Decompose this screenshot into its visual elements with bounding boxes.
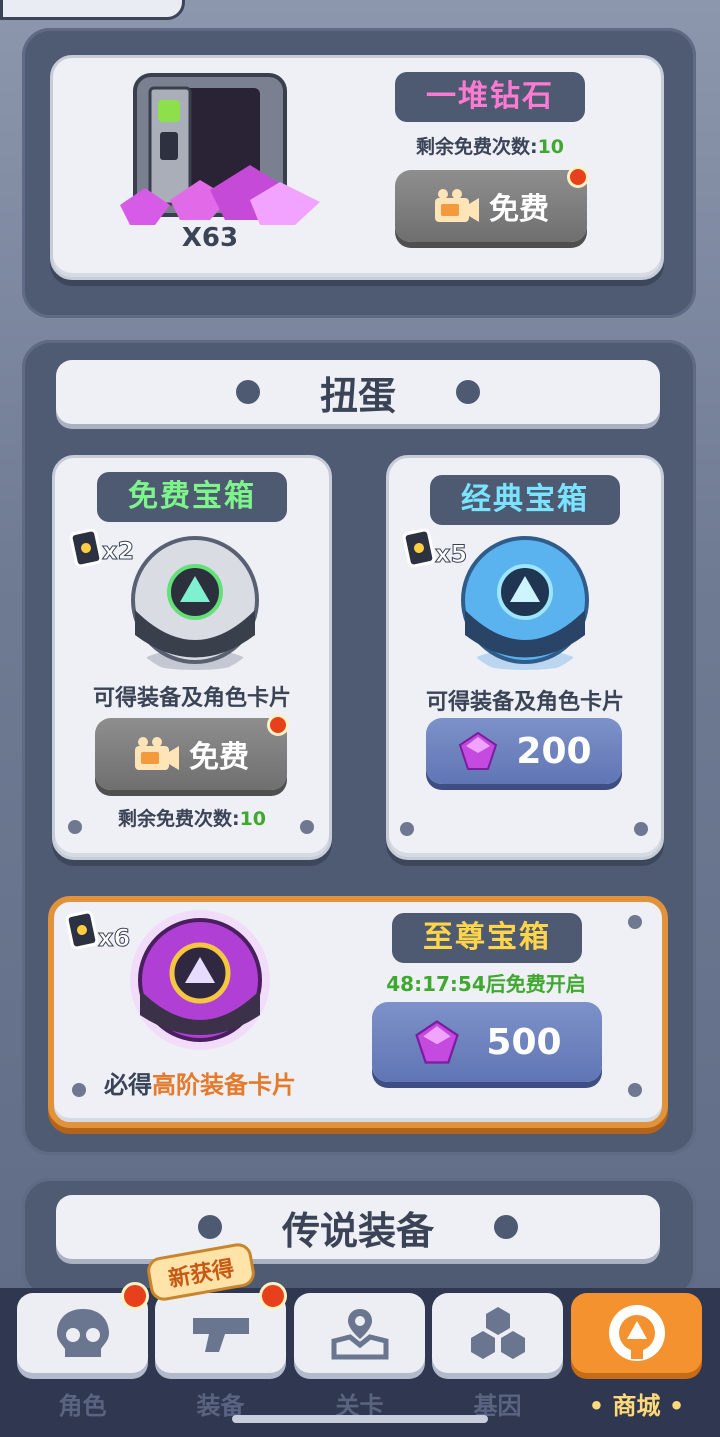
- free-chest-orb-icon: [131, 536, 259, 670]
- nav-label-shop: • 商城 •: [588, 1392, 685, 1420]
- diamond-vault-icon: [120, 73, 320, 225]
- classic-chest-buy-button[interactable]: 200: [426, 718, 622, 784]
- supreme-chest-buy-button[interactable]: 500: [372, 1002, 602, 1082]
- notification-dot: [121, 1282, 149, 1310]
- screw: [300, 820, 314, 834]
- legend-section-header: 传说装备: [56, 1195, 660, 1259]
- free-chest-multiplier: x2: [101, 537, 135, 566]
- notification-dot: [567, 166, 589, 188]
- supreme-chest-orb-icon: [130, 910, 270, 1050]
- free-chest-desc: 可得装备及角色卡片: [92, 686, 291, 711]
- supreme-chest-desc: 必得高阶装备卡片: [104, 1071, 296, 1099]
- supreme-chest-timer: 48:17:54后免费开启: [386, 972, 586, 996]
- gacha-section-header: 扭蛋: [56, 360, 660, 424]
- nav-item-gene[interactable]: [432, 1293, 563, 1373]
- free-chest-button[interactable]: 免费: [95, 718, 287, 790]
- shop-icon: [608, 1305, 665, 1361]
- notification-dot: [259, 1282, 287, 1310]
- map-icon: [331, 1309, 388, 1360]
- classic-chest-title: 经典宝箱: [430, 475, 620, 525]
- top-resource-pill: [0, 0, 185, 20]
- header-dot-right: [456, 380, 480, 404]
- classic-chest-orb-icon: [461, 536, 589, 670]
- classic-chest-desc: 可得装备及角色卡片: [425, 690, 624, 715]
- header-dot-left: [235, 380, 260, 404]
- screw: [68, 820, 82, 834]
- diamond-offer-title: 一堆钻石: [395, 72, 585, 122]
- screw: [400, 822, 414, 836]
- header-dot-right: [494, 1215, 518, 1239]
- diamond-quantity: X63: [181, 223, 239, 253]
- home-indicator: [232, 1415, 488, 1423]
- screw: [634, 822, 648, 836]
- supreme-chest-title: 至尊宝箱: [392, 913, 582, 963]
- header-dot-left: [197, 1215, 222, 1239]
- free-chest-remaining-text: 剩余免费次数:10: [117, 808, 267, 830]
- nav-label-role: 角色: [58, 1392, 107, 1420]
- diamond-free-button[interactable]: 免费: [395, 170, 587, 242]
- screw: [628, 1083, 642, 1097]
- screw: [72, 1083, 86, 1097]
- screw: [628, 915, 642, 929]
- free-chest-title: 免费宝箱: [97, 472, 287, 522]
- skull-icon: [56, 1309, 109, 1357]
- video-camera-icon: [435, 189, 479, 222]
- diamond-remaining-text: 剩余免费次数:10: [415, 136, 565, 158]
- diamond-icon: [459, 731, 498, 770]
- nav-item-shop[interactable]: [571, 1293, 702, 1373]
- video-camera-icon: [135, 737, 179, 770]
- gun-icon: [192, 1318, 249, 1352]
- nav-item-level[interactable]: [294, 1293, 425, 1373]
- diamond-icon: [415, 1020, 460, 1064]
- notification-dot: [267, 714, 289, 736]
- supreme-chest-multiplier: x6: [97, 924, 131, 953]
- hexagon-icon: [470, 1307, 525, 1359]
